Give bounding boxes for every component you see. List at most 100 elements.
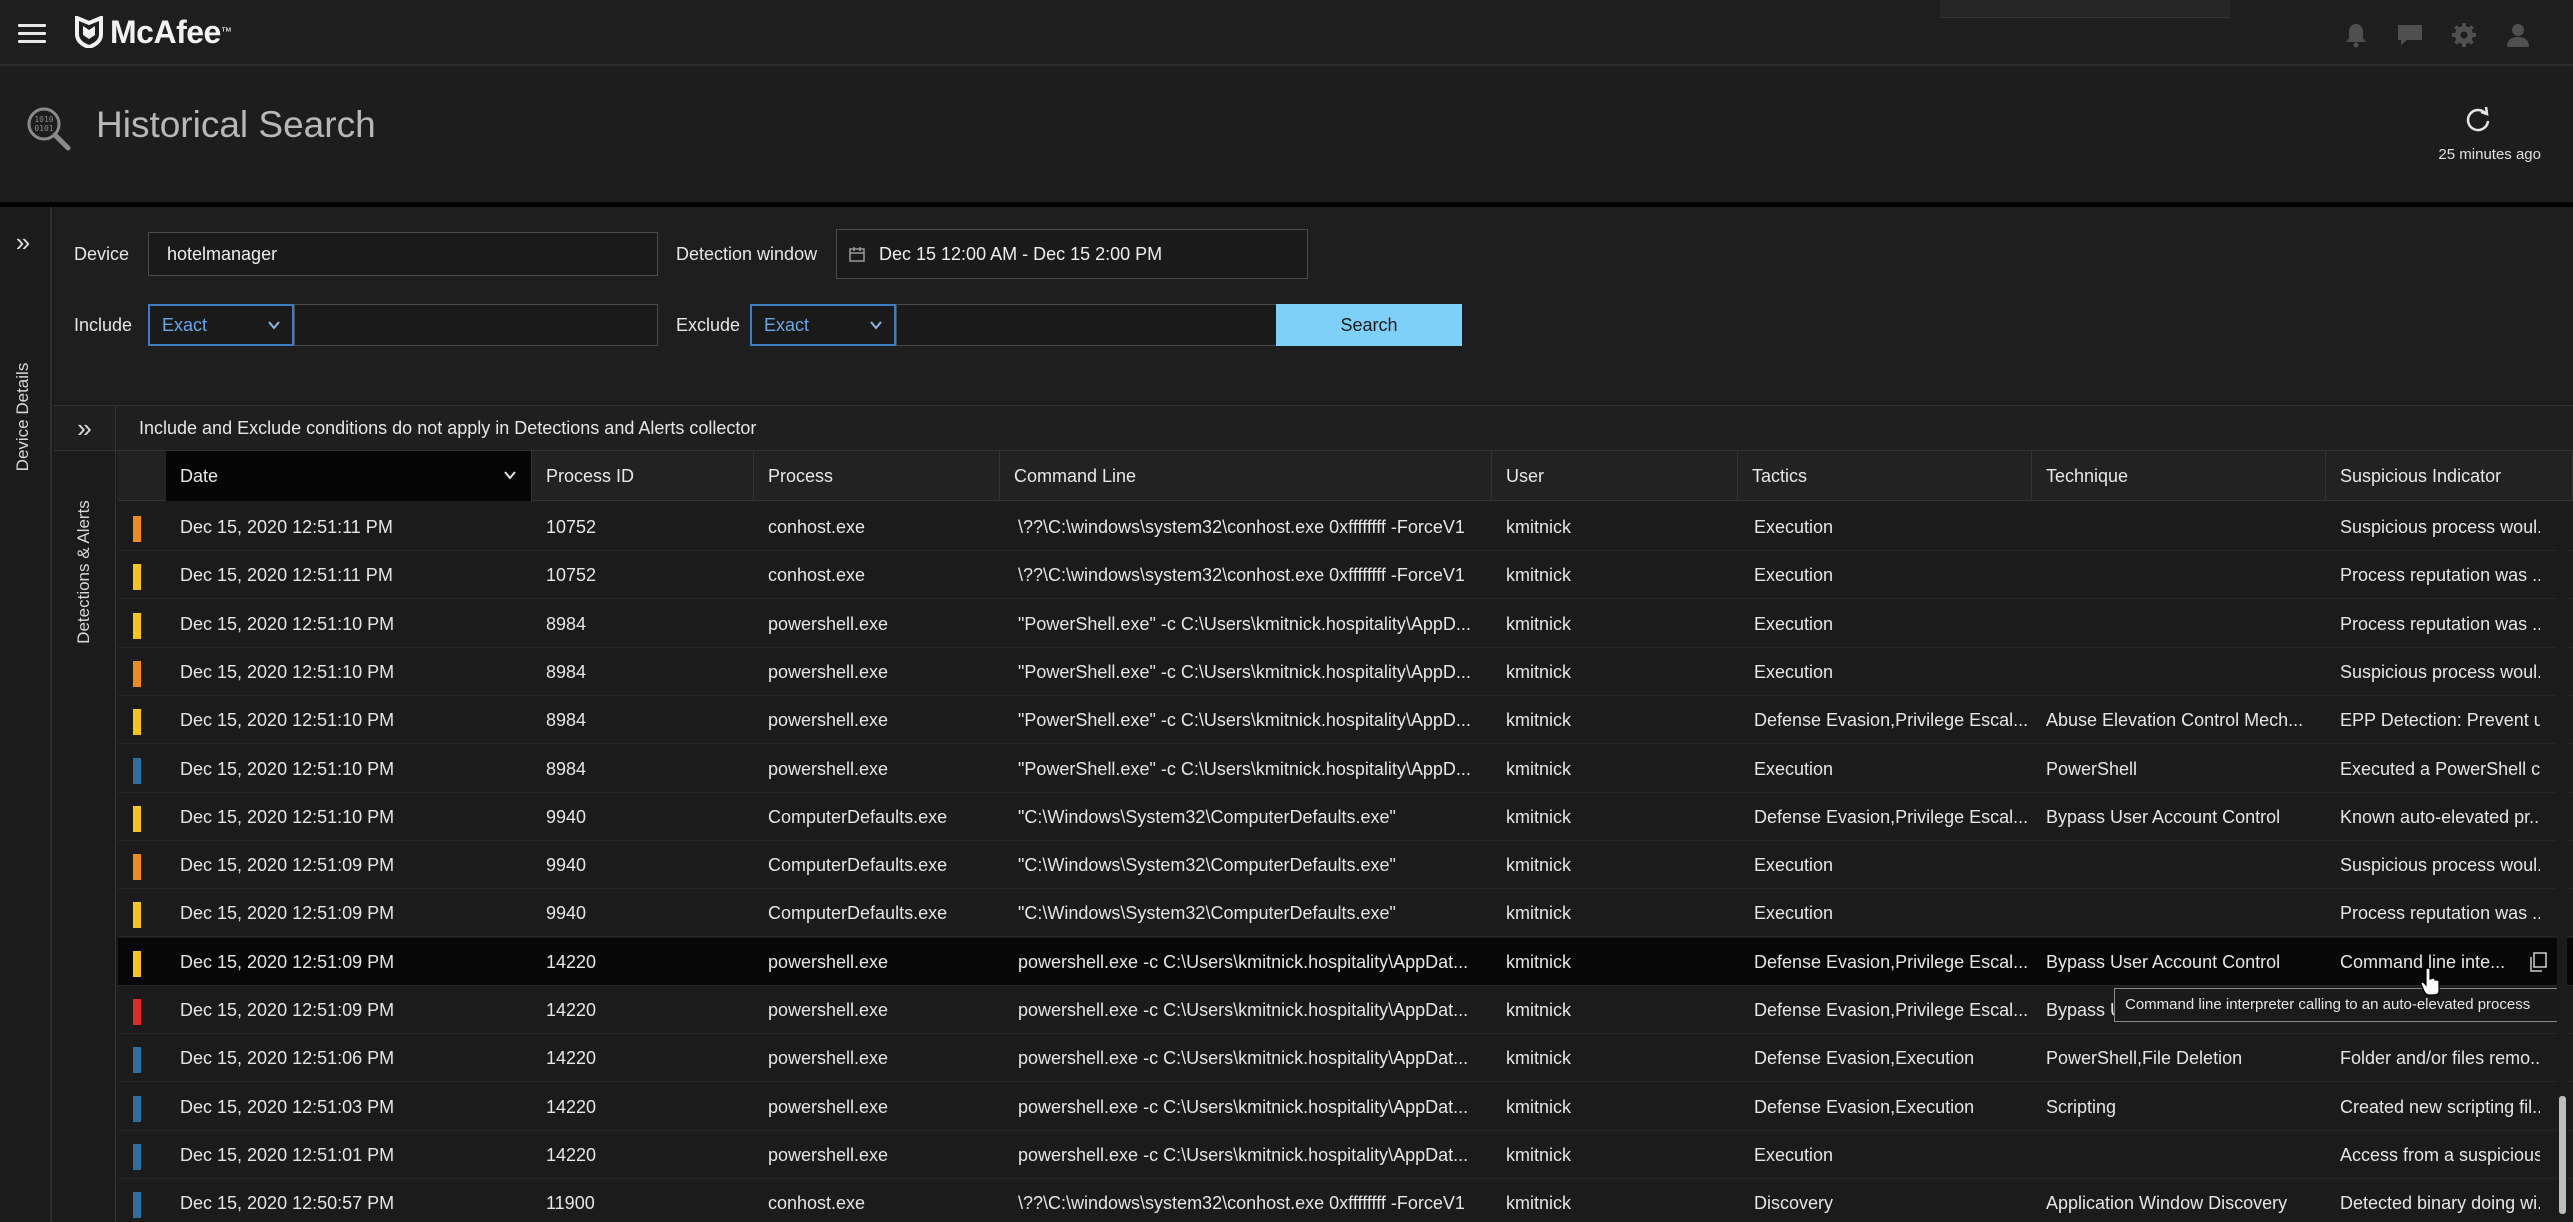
- detection-window-picker[interactable]: Dec 15 12:00 AM - Dec 15 2:00 PM: [836, 229, 1308, 279]
- hand-cursor-icon: [2420, 967, 2440, 996]
- device-details-tab[interactable]: Device Details: [6, 307, 40, 527]
- cell-technique: [2046, 1131, 2326, 1179]
- detections-table: Date Process ID Process Command Line Use…: [118, 451, 2573, 1222]
- table-row[interactable]: Dec 15, 2020 12:51:10 PM 8984 powershell.e…: [118, 745, 2573, 793]
- cell-cmd: powershell.exe -c C:\Users\kmitnick.hosp…: [1018, 1048, 1469, 1069]
- cell-process: conhost.exe: [768, 1193, 866, 1214]
- expand-chevron-icon[interactable]: »: [54, 406, 116, 452]
- severity-indicator: [133, 999, 141, 1025]
- cell-pid: 8984: [546, 613, 587, 634]
- cell-technique: Abuse Elevation Control Mech...: [2046, 710, 2304, 731]
- trademark-symbol: ™: [220, 26, 232, 38]
- cell-user: kmitnick: [1506, 1193, 1572, 1214]
- severity-indicator: [133, 1047, 141, 1074]
- cell-tactics: Execution: [1754, 661, 1834, 682]
- cell-cmd: "PowerShell.exe" -c C:\Users\kmitnick.ho…: [1018, 758, 1471, 779]
- column-command-line[interactable]: Command Line: [1000, 451, 1492, 501]
- table-row[interactable]: Dec 15, 2020 12:51:10 PM 8984 powershell.e…: [118, 600, 2573, 648]
- cell-indicator: Folder and/or files remo...: [2340, 1048, 2540, 1069]
- table-scrollbar-thumb[interactable]: [2559, 1096, 2566, 1214]
- exclude-label: Exclude: [676, 315, 741, 335]
- include-match-select[interactable]: Exact: [148, 304, 294, 346]
- cell-tactics: Defense Evasion,Privilege Escal...: [1754, 806, 2029, 827]
- gear-icon[interactable]: [2449, 20, 2479, 50]
- cell-indicator: Created new scripting fil...: [2340, 1096, 2540, 1117]
- chat-icon[interactable]: [2395, 20, 2425, 50]
- svg-text:0101: 0101: [34, 124, 53, 133]
- column-process[interactable]: Process: [754, 451, 1000, 501]
- expand-chevron-icon[interactable]: »: [10, 229, 36, 255]
- cell-technique: PowerShell: [2046, 758, 2138, 779]
- cell-tactics: Defense Evasion,Execution: [1754, 1096, 1975, 1117]
- cell-indicator: Access from a suspicious...: [2340, 1144, 2540, 1165]
- cell-process: powershell.exe: [768, 951, 889, 972]
- cell-date: Dec 15, 2020 12:51:10 PM: [180, 806, 395, 827]
- column-date[interactable]: Date: [166, 451, 532, 501]
- cell-technique: Scripting: [2046, 1096, 2117, 1117]
- column-process-id[interactable]: Process ID: [532, 451, 754, 501]
- column-user[interactable]: User: [1492, 451, 1738, 501]
- hamburger-menu-icon[interactable]: [18, 24, 46, 44]
- search-filters: Device hotelmanager Detection window Dec…: [54, 207, 2573, 403]
- cell-tactics: Defense Evasion,Execution: [1754, 1048, 1975, 1069]
- cell-pid: 9940: [546, 855, 587, 876]
- chevron-down-icon: [268, 321, 280, 330]
- cell-tactics: Execution: [1754, 613, 1834, 634]
- cell-user: kmitnick: [1506, 1144, 1572, 1165]
- copy-icon[interactable]: [2528, 951, 2548, 973]
- cell-indicator: Suspicious process woul...: [2340, 661, 2540, 682]
- cell-tactics: Execution: [1754, 758, 1834, 779]
- severity-indicator: [133, 1095, 141, 1122]
- table-row[interactable]: Dec 15, 2020 12:51:09 PM 9940 ComputerDefa…: [118, 841, 2573, 890]
- table-row[interactable]: Dec 15, 2020 12:51:09 PM 14220 powershell.…: [118, 937, 2573, 986]
- cell-indicator: Process reputation was ...: [2340, 565, 2540, 586]
- cell-pid: 14220: [546, 1048, 597, 1069]
- device-field[interactable]: hotelmanager: [148, 232, 658, 276]
- search-button[interactable]: Search: [1276, 304, 1462, 346]
- cell-technique: Bypass User Account Control: [2046, 806, 2281, 827]
- cell-user: kmitnick: [1506, 517, 1572, 537]
- brand-logo[interactable]: McAfee ™: [74, 12, 232, 52]
- cell-date: Dec 15, 2020 12:51:09 PM: [180, 855, 395, 876]
- cell-cmd: "C:\Windows\System32\ComputerDefaults.ex…: [1018, 806, 1396, 827]
- table-row[interactable]: Dec 15, 2020 12:51:10 PM 8984 powershell.e…: [118, 648, 2573, 696]
- cell-pid: 11900: [546, 1193, 595, 1214]
- table-row[interactable]: Dec 15, 2020 12:51:09 PM 9940 ComputerDefa…: [118, 889, 2573, 938]
- detections-rail: Detections & Alerts: [54, 451, 116, 1222]
- brand-name: McAfee: [110, 13, 221, 50]
- column-technique[interactable]: Technique: [2032, 451, 2326, 501]
- cell-indicator: EPP Detection: Prevent u...: [2340, 710, 2540, 731]
- table-row[interactable]: Dec 15, 2020 12:51:10 PM 9940 ComputerDefa…: [118, 793, 2573, 841]
- exclude-match-select[interactable]: Exact: [750, 304, 896, 346]
- refresh-icon[interactable]: [2463, 104, 2493, 134]
- cell-indicator: Detected binary doing wi...: [2340, 1193, 2540, 1214]
- table-row[interactable]: Dec 15, 2020 12:51:06 PM 14220 powershell.…: [118, 1034, 2573, 1083]
- collector-notice-bar: » Include and Exclude conditions do not …: [54, 405, 2573, 452]
- table-row[interactable]: Dec 15, 2020 12:51:11 PM 10752 conhost.exe…: [118, 551, 2573, 600]
- table-row[interactable]: Dec 15, 2020 12:50:57 PM 11900 conhost.exe…: [118, 1179, 2573, 1222]
- severity-indicator: [133, 757, 141, 784]
- cell-process: powershell.exe: [768, 661, 889, 682]
- column-tactics[interactable]: Tactics: [1738, 451, 2032, 501]
- table-row[interactable]: Dec 15, 2020 12:51:03 PM 14220 powershell.…: [118, 1083, 2573, 1131]
- cell-user: kmitnick: [1506, 903, 1572, 924]
- include-field[interactable]: [294, 304, 658, 346]
- cell-cmd: powershell.exe -c C:\Users\kmitnick.hosp…: [1018, 951, 1469, 972]
- cell-pid: 8984: [546, 710, 587, 731]
- table-row[interactable]: Dec 15, 2020 12:51:10 PM 8984 powershell.e…: [118, 696, 2573, 745]
- detections-alerts-tab[interactable]: Detections & Alerts: [64, 467, 104, 677]
- cell-indicator: Executed a PowerShell c...: [2340, 758, 2540, 779]
- table-row[interactable]: Dec 15, 2020 12:51:11 PM 10752 conhost.exe…: [118, 503, 2573, 551]
- exclude-field[interactable]: [896, 304, 1308, 346]
- cell-date: Dec 15, 2020 12:51:11 PM: [180, 517, 393, 537]
- table-row[interactable]: Dec 15, 2020 12:51:01 PM 14220 powershell.…: [118, 1131, 2573, 1179]
- cell-tactics: Discovery: [1754, 1193, 1834, 1214]
- device-details-rail: » Device Details: [0, 207, 52, 1222]
- user-icon[interactable]: [2503, 20, 2533, 50]
- mcafee-shield-icon: [75, 16, 103, 48]
- cell-technique: [2046, 600, 2326, 648]
- column-suspicious-indicator[interactable]: Suspicious Indicator: [2326, 451, 2573, 501]
- cell-pid: 10752: [546, 517, 597, 537]
- bell-icon[interactable]: [2341, 20, 2371, 50]
- cell-user: kmitnick: [1506, 1048, 1572, 1069]
